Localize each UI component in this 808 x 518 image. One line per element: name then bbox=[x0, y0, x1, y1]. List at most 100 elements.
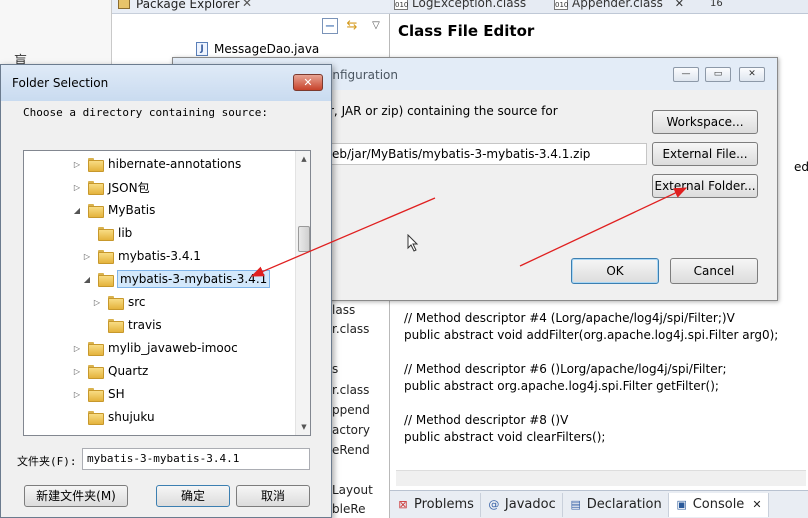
editor-title: Class File Editor bbox=[398, 22, 535, 40]
maximize-icon[interactable]: ▭ bbox=[705, 67, 731, 82]
close-icon[interactable]: ✕ bbox=[739, 67, 765, 82]
peek-label: r.class bbox=[332, 383, 370, 397]
scroll-down-icon[interactable]: ▼ bbox=[296, 419, 310, 435]
folder-field-label: 文件夹(F): bbox=[17, 455, 77, 468]
problems-icon: ⊠ bbox=[398, 497, 408, 511]
code-line: // Method descriptor #8 ()V bbox=[404, 413, 569, 427]
tab-label: Javadoc bbox=[504, 497, 556, 512]
tab-overflow[interactable]: 16 bbox=[692, 0, 732, 15]
tab-label: LogException.class bbox=[412, 0, 527, 10]
tree-item-label: src bbox=[128, 295, 146, 309]
collapse-icon[interactable]: ◢ bbox=[72, 206, 82, 215]
ok-button[interactable]: OK bbox=[571, 258, 659, 284]
tab-label: Console bbox=[692, 497, 745, 512]
external-folder-button[interactable]: External Folder... bbox=[652, 174, 758, 198]
code-area: // Method descriptor #4 (Lorg/apache/log… bbox=[404, 310, 778, 446]
tree-item-lib[interactable]: lib bbox=[82, 222, 132, 244]
confirm-button[interactable]: 确定 bbox=[156, 485, 230, 507]
expand-icon[interactable]: ▷ bbox=[92, 298, 102, 307]
close-icon[interactable]: ✕ bbox=[242, 0, 252, 10]
expand-icon[interactable]: ▷ bbox=[72, 160, 82, 169]
close-icon[interactable]: ✕ bbox=[675, 0, 684, 10]
tab-declaration[interactable]: ▤ Declaration bbox=[563, 492, 669, 517]
cancel-button[interactable]: 取消 bbox=[236, 485, 310, 507]
tab-javadoc[interactable]: @ Javadoc bbox=[481, 492, 563, 517]
mouse-cursor-icon bbox=[407, 234, 419, 252]
close-icon[interactable]: ✕ bbox=[293, 74, 323, 91]
expand-icon[interactable]: ▷ bbox=[72, 390, 82, 399]
tree-item-label: hibernate-annotations bbox=[108, 157, 242, 171]
tab-problems[interactable]: ⊠ Problems bbox=[390, 492, 481, 517]
collapse-icon[interactable]: ◢ bbox=[82, 275, 92, 284]
folder-tree[interactable]: ▷ hibernate-annotations ▷ JSON包 ◢ MyBati… bbox=[23, 150, 311, 436]
tree-scrollbar[interactable]: ▲ ▼ bbox=[295, 151, 310, 435]
source-path-input[interactable]: eb/jar/MyBatis/mybatis-3-mybatis-3.4.1.z… bbox=[329, 143, 647, 165]
java-file-icon: J bbox=[196, 42, 208, 56]
peek-label: r.class bbox=[332, 322, 370, 336]
folder-prompt: Choose a directory containing source: bbox=[23, 106, 269, 119]
folder-icon bbox=[88, 342, 104, 356]
expand-icon[interactable]: ▷ bbox=[72, 344, 82, 353]
new-folder-button[interactable]: 新建文件夹(M) bbox=[24, 485, 128, 507]
folder-icon bbox=[88, 365, 104, 379]
tab-logexception[interactable]: 010 LogException.class bbox=[390, 0, 548, 13]
java-file-label: MessageDao.java bbox=[214, 42, 320, 56]
package-explorer-toolbar: − ⇆ ▽ bbox=[112, 14, 390, 38]
class-file-icon: 010 bbox=[554, 0, 569, 10]
tree-item-mylib-javaweb-imooc[interactable]: ▷ mylib_javaweb-imooc bbox=[72, 337, 238, 359]
tree-item-mybatis-341[interactable]: ▷ mybatis-3.4.1 bbox=[82, 245, 201, 267]
view-menu-icon[interactable]: ▽ bbox=[368, 18, 384, 34]
scroll-thumb[interactable] bbox=[298, 226, 310, 252]
code-line: // Method descriptor #6 ()Lorg/apache/lo… bbox=[404, 362, 727, 376]
tree-item-mybatis[interactable]: ◢ MyBatis bbox=[72, 199, 155, 221]
peek-label: lass bbox=[332, 303, 356, 317]
expand-icon[interactable]: ▷ bbox=[82, 252, 92, 261]
minimize-icon[interactable]: — bbox=[673, 67, 699, 82]
expand-icon[interactable]: ▷ bbox=[72, 367, 82, 376]
tab-label: Appender.class bbox=[572, 0, 663, 10]
console-icon: ▣ bbox=[676, 497, 687, 511]
expand-icon[interactable]: ▷ bbox=[72, 183, 82, 192]
folder-icon bbox=[98, 273, 114, 287]
cancel-button[interactable]: Cancel bbox=[670, 258, 758, 284]
class-file-icon: 010 bbox=[394, 0, 409, 10]
collapse-all-icon[interactable]: − bbox=[322, 18, 338, 34]
package-explorer-tab[interactable]: Package Explorer ✕ bbox=[112, 0, 390, 14]
tree-item-label: SH bbox=[108, 387, 125, 401]
tree-item-sh[interactable]: ▷ SH bbox=[72, 383, 125, 405]
tree-item-quartz[interactable]: ▷ Quartz bbox=[72, 360, 148, 382]
external-file-button[interactable]: External File... bbox=[652, 142, 758, 166]
tree-item-hibernate-annotations[interactable]: ▷ hibernate-annotations bbox=[72, 153, 241, 175]
link-with-editor-icon[interactable]: ⇆ bbox=[344, 18, 360, 34]
declaration-icon: ▤ bbox=[570, 497, 581, 511]
tab-label: Problems bbox=[414, 497, 474, 512]
tree-item-json[interactable]: ▷ JSON包 bbox=[72, 176, 150, 198]
tree-item-label: mybatis-3-mybatis-3.4.1 bbox=[116, 270, 271, 288]
config-title: onfiguration bbox=[325, 68, 399, 82]
tab-appender[interactable]: 010 Appender.class ✕ bbox=[550, 0, 690, 13]
tree-item-travis[interactable]: travis bbox=[92, 314, 162, 336]
peek-label: s bbox=[332, 362, 339, 376]
tree-item-label: mybatis-3.4.1 bbox=[118, 249, 201, 263]
peek-label: actory bbox=[332, 423, 371, 437]
workspace-button[interactable]: Workspace... bbox=[652, 110, 758, 134]
tree-item-messagedao[interactable]: J MessageDao.java bbox=[196, 40, 319, 58]
peek-label: eRend bbox=[332, 443, 370, 457]
editor-hscrollbar[interactable] bbox=[396, 470, 806, 486]
tree-item-mybatis-3-mybatis-341[interactable]: ◢ mybatis-3-mybatis-3.4.1 bbox=[82, 268, 271, 290]
scroll-up-icon[interactable]: ▲ bbox=[296, 151, 310, 167]
peek-label: Layout bbox=[332, 483, 373, 497]
bottom-tabbar: ⊠ Problems @ Javadoc ▤ Declaration ▣ Con… bbox=[390, 490, 808, 518]
tree-item-shujuku[interactable]: shujuku bbox=[72, 406, 155, 428]
tree-item-label: mylib_javaweb-imooc bbox=[108, 341, 238, 355]
tab-overflow-count: 16 bbox=[710, 0, 723, 9]
tree-item-label: travis bbox=[128, 318, 162, 332]
folder-icon bbox=[88, 181, 104, 195]
tab-console[interactable]: ▣ Console ✕ bbox=[668, 492, 769, 517]
editor-side-text: ed bbox=[794, 160, 808, 174]
folder-name-input[interactable]: mybatis-3-mybatis-3.4.1 bbox=[82, 448, 310, 470]
code-line: public abstract org.apache.log4j.spi.Fil… bbox=[404, 379, 719, 393]
tree-item-label: JSON包 bbox=[108, 180, 150, 195]
tree-item-src[interactable]: ▷ src bbox=[92, 291, 146, 313]
close-icon[interactable]: ✕ bbox=[752, 498, 761, 511]
